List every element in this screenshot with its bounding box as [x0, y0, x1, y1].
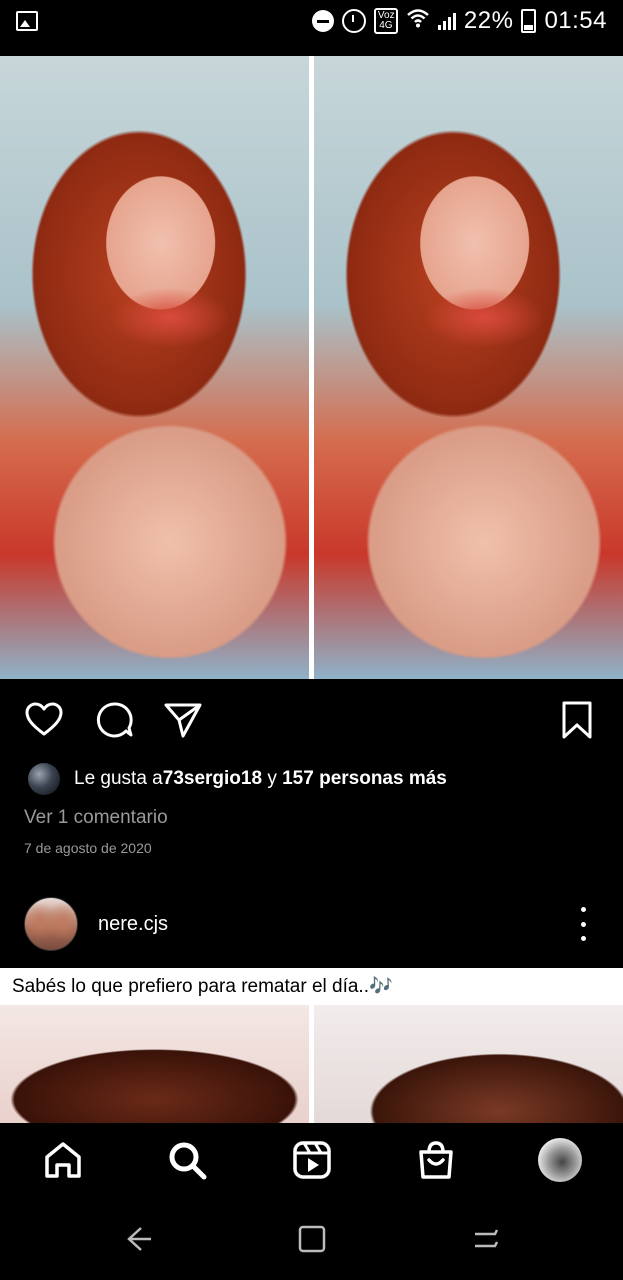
next-post-photo-left[interactable]: [0, 1005, 309, 1123]
home-square-icon: [298, 1225, 326, 1253]
comment-button[interactable]: [93, 698, 137, 742]
save-button[interactable]: [555, 698, 599, 742]
nav-shop[interactable]: [413, 1137, 459, 1183]
likes-prefix: Le gusta a: [74, 768, 163, 789]
home-icon: [45, 1142, 81, 1178]
gallery-icon: [16, 11, 38, 31]
liker-username[interactable]: 73sergio18: [163, 768, 262, 790]
home-button[interactable]: [292, 1219, 332, 1259]
next-post-header: nere.cjs: [24, 897, 599, 951]
system-navigation: [0, 1197, 623, 1280]
post-caption: Sabés lo que prefiero para rematar el dí…: [0, 968, 623, 1005]
alarm-icon: [341, 9, 366, 33]
status-bar: Voz 4G 22% 01:54: [0, 0, 623, 42]
next-post-image-carousel[interactable]: [0, 1005, 623, 1123]
nav-search[interactable]: [164, 1137, 210, 1183]
heart-icon: [25, 702, 63, 736]
recents-button[interactable]: [466, 1219, 506, 1259]
likes-summary[interactable]: Le gusta a 73sergio18 y 157 personas más: [28, 763, 447, 795]
search-icon: [169, 1142, 207, 1180]
reels-icon: [293, 1141, 331, 1179]
recents-icon: [475, 1229, 499, 1248]
liker-avatar[interactable]: [28, 763, 60, 795]
post-date: 7 de agosto de 2020: [24, 840, 152, 856]
nav-home[interactable]: [40, 1137, 86, 1183]
comment-icon: [96, 702, 133, 738]
post-action-bar: [0, 690, 623, 750]
battery-icon: [521, 9, 537, 33]
more-options-icon[interactable]: [575, 907, 591, 941]
volte-icon: Voz 4G: [373, 8, 398, 34]
bottom-navigation: [0, 1123, 623, 1197]
avatar[interactable]: [24, 897, 78, 951]
likes-middle: y: [262, 768, 283, 789]
back-icon: [127, 1227, 151, 1251]
profile-avatar: [538, 1138, 582, 1182]
post-image-carousel[interactable]: [0, 56, 623, 679]
bookmark-icon: [562, 701, 592, 739]
wifi-icon: [406, 8, 430, 34]
nav-profile[interactable]: [537, 1137, 583, 1183]
clock: 01:54: [544, 7, 607, 34]
shop-icon: [419, 1141, 453, 1179]
battery-percent: 22%: [463, 7, 514, 34]
share-icon: [164, 703, 202, 738]
post-username[interactable]: nere.cjs: [98, 913, 168, 936]
do-not-disturb-icon: [311, 10, 334, 32]
nav-reels[interactable]: [289, 1137, 335, 1183]
like-button[interactable]: [22, 698, 66, 742]
likes-others[interactable]: 157 personas más: [282, 768, 447, 790]
back-button[interactable]: [118, 1219, 158, 1259]
view-comments-link[interactable]: Ver 1 comentario: [24, 807, 168, 829]
signal-icon: [437, 12, 456, 30]
post-photo-right[interactable]: [314, 56, 623, 679]
post-photo-left[interactable]: [0, 56, 309, 679]
next-post-photo-right[interactable]: [314, 1005, 623, 1123]
share-button[interactable]: [161, 698, 205, 742]
